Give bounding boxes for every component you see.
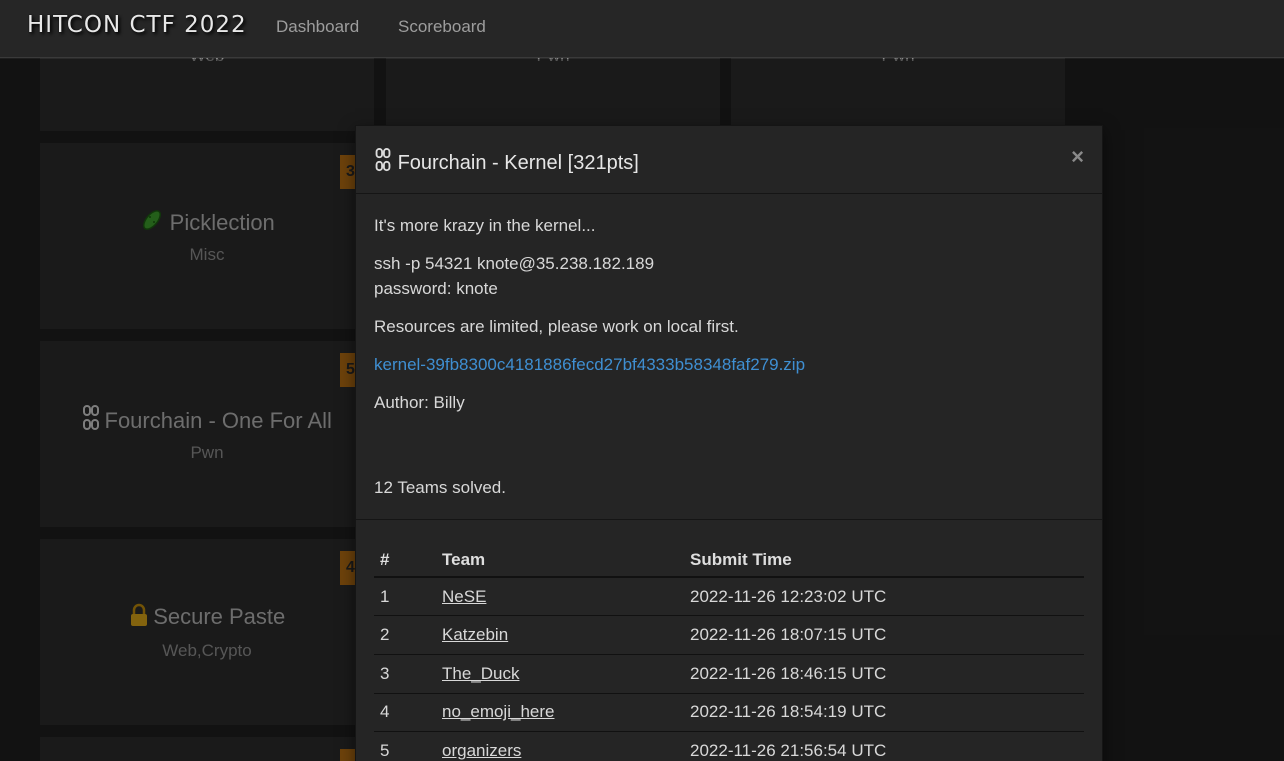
rank-cell: 5 xyxy=(374,731,442,761)
rank-cell: 2 xyxy=(374,615,442,655)
time-cell: 2022-11-26 18:46:15 UTC xyxy=(690,653,1084,694)
modal-header: Fourchain - Kernel [321pts] × xyxy=(356,126,1102,194)
navbar: HITCON CTF 2022 Dashboard Scoreboard xyxy=(0,0,1284,58)
time-cell: 2022-11-26 12:23:02 UTC xyxy=(690,576,1084,616)
table-row: 2 Katzebin 2022-11-26 18:07:15 UTC xyxy=(374,615,1084,655)
team-link[interactable]: The_Duck xyxy=(442,664,519,683)
modal-title-text: Fourchain - Kernel [321pts] xyxy=(397,152,639,174)
table-row: 3 The_Duck 2022-11-26 18:46:15 UTC xyxy=(374,653,1084,694)
nav-scoreboard[interactable]: Scoreboard xyxy=(398,17,486,37)
modal-title: Fourchain - Kernel [321pts] xyxy=(374,148,639,178)
brand-logo[interactable]: HITCON CTF 2022 xyxy=(27,12,247,38)
challenge-author: Author: Billy xyxy=(374,393,465,412)
password-text: password: knote xyxy=(374,279,498,298)
team-link[interactable]: no_emoji_here xyxy=(442,702,554,721)
column-header-time: Submit Time xyxy=(690,544,1084,578)
ssh-command: ssh -p 54321 knote@35.238.182.189 xyxy=(374,254,655,273)
challenge-description: It's more krazy in the kernel... xyxy=(374,216,596,235)
nav-dashboard[interactable]: Dashboard xyxy=(276,17,359,37)
rank-cell: 3 xyxy=(374,653,442,694)
close-button[interactable]: × xyxy=(1071,144,1084,170)
solves-table: # Team Submit Time 1 NeSE 2022-11-26 12:… xyxy=(374,544,1084,761)
time-cell: 2022-11-26 21:56:54 UTC xyxy=(690,731,1084,761)
download-link[interactable]: kernel-39fb8300c4181886fecd27bf4333b5834… xyxy=(374,355,805,374)
column-header-team: Team xyxy=(442,544,690,578)
challenge-note: Resources are limited, please work on lo… xyxy=(374,317,739,336)
challenge-modal: Fourchain - Kernel [321pts] × It's more … xyxy=(355,125,1103,761)
table-header-row: # Team Submit Time xyxy=(374,544,1084,578)
team-link[interactable]: Katzebin xyxy=(442,625,508,644)
rank-cell: 4 xyxy=(374,692,442,732)
team-link[interactable]: organizers xyxy=(442,741,521,760)
table-row: 5 organizers 2022-11-26 21:56:54 UTC xyxy=(374,731,1084,761)
team-link[interactable]: NeSE xyxy=(442,587,486,606)
table-row: 1 NeSE 2022-11-26 12:23:02 UTC xyxy=(374,576,1084,616)
column-header-rank: # xyxy=(374,544,442,578)
table-row: 4 no_emoji_here 2022-11-26 18:54:19 UTC xyxy=(374,692,1084,732)
time-cell: 2022-11-26 18:07:15 UTC xyxy=(690,615,1084,655)
rank-cell: 1 xyxy=(374,576,442,616)
modal-body: It's more krazy in the kernel... ssh -p … xyxy=(356,194,1102,415)
time-cell: 2022-11-26 18:54:19 UTC xyxy=(690,692,1084,732)
solved-count: 12 Teams solved. xyxy=(374,478,506,497)
chain-icon xyxy=(374,148,392,178)
divider xyxy=(356,519,1102,520)
